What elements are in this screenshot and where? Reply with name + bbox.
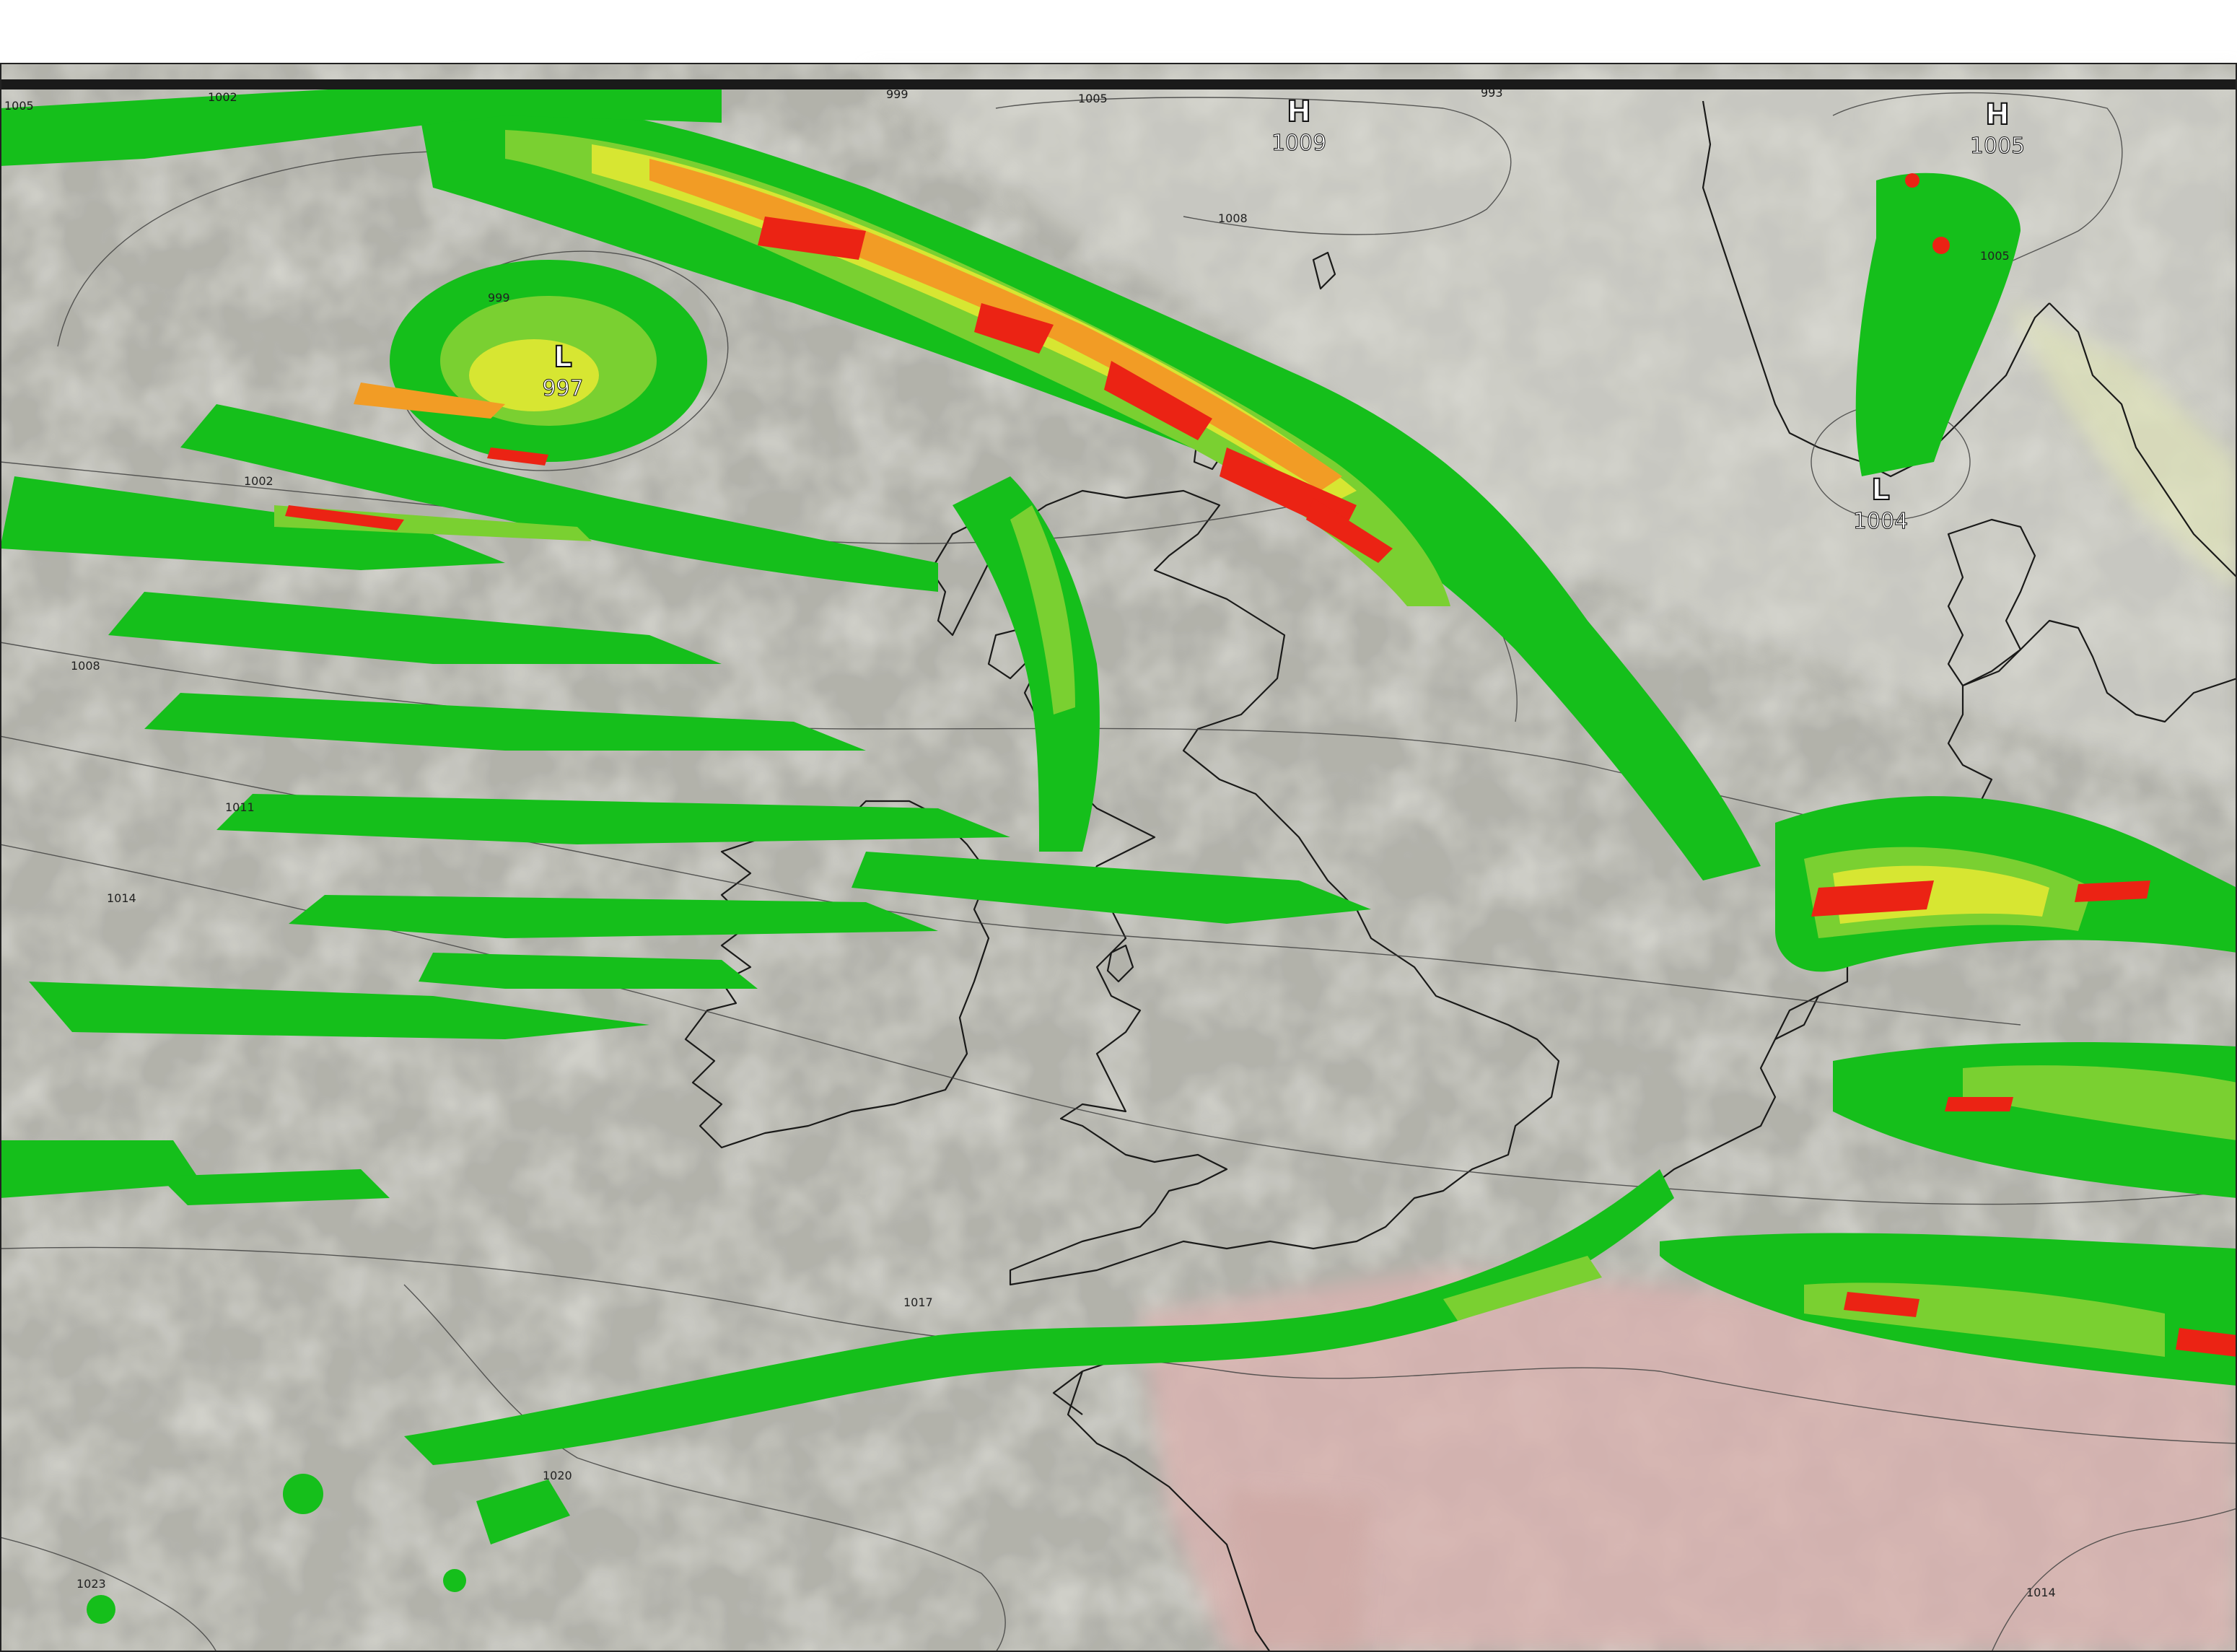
soften-layer [0, 64, 2237, 1652]
weather-map[interactable]: 1005 1002 999 1005 993 999 1002 1005 100… [0, 0, 2237, 1652]
isobar-label-1023: 1023 [76, 1577, 106, 1591]
top-label-5: 993 [1481, 86, 1503, 100]
isobar-label-1020: 1020 [543, 1469, 572, 1482]
top-label-1: 1005 [4, 99, 34, 113]
low-pressure-marker: L [553, 341, 572, 374]
low-pressure-marker: L [1871, 473, 1890, 507]
top-label-2: 1002 [208, 90, 237, 104]
top-label-3: 999 [886, 87, 909, 101]
high-pressure-marker: H [1287, 95, 1310, 128]
pressure-value: 1009 [1271, 131, 1326, 156]
pressure-value: 997 [542, 376, 583, 401]
high-pressure-marker: H [1985, 98, 2009, 131]
isobar-label-1002: 1002 [244, 474, 273, 488]
isobar-label-999: 999 [488, 291, 510, 305]
isobar-label-1014: 1014 [107, 891, 136, 905]
isobar-label-1008-w: 1008 [71, 659, 100, 673]
pressure-value: 1004 [1853, 509, 1908, 534]
isobar-label-1017: 1017 [903, 1295, 933, 1309]
pressure-value: 1005 [1970, 134, 2025, 159]
top-edge-bar [0, 79, 2237, 89]
top-label-4: 1005 [1078, 92, 1108, 105]
isobar-label-1008-n: 1008 [1218, 211, 1248, 225]
isobar-label-1014-se: 1014 [2026, 1586, 2056, 1599]
isobar-label-1011: 1011 [225, 800, 255, 814]
